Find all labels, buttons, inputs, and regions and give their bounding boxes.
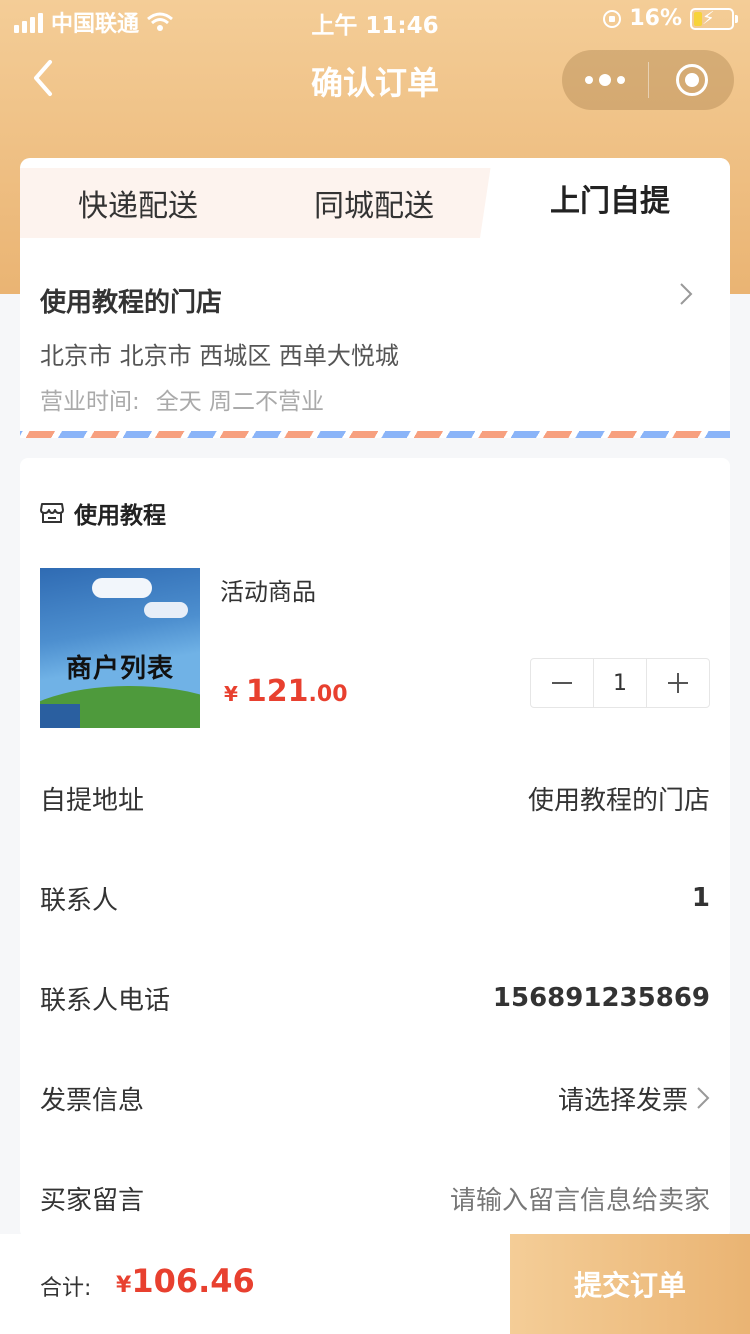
price-integer: 121	[245, 674, 309, 709]
battery-percent: 16%	[629, 6, 682, 31]
battery-icon: ⚡	[690, 7, 738, 30]
nav-bar: 确认订单	[0, 40, 750, 120]
more-button[interactable]	[562, 50, 648, 110]
hours-value: 全天 周二不营业	[155, 389, 325, 415]
row-contact[interactable]: 联系人 1	[40, 868, 710, 928]
store-name[interactable]: 使用教程的门店	[40, 282, 222, 319]
airmail-border	[20, 431, 730, 438]
mini-program-capsule	[562, 50, 734, 110]
row-label: 自提地址	[40, 785, 145, 816]
row-value: 1	[691, 883, 710, 913]
delivery-card: 快递配送 同城配送 上门自提 使用教程的门店 北京市 北京市 西城区 西单大悦城…	[20, 158, 730, 438]
total-label: 合计:	[40, 1276, 92, 1301]
hours-label: 营业时间:	[40, 389, 140, 415]
row-label: 联系人	[40, 885, 119, 916]
row-buyer-message: 买家留言 请输入留言信息给卖家	[40, 1168, 710, 1228]
row-label: 联系人电话	[40, 985, 171, 1016]
product-price: ¥121.00	[224, 674, 348, 709]
product-image-text: 商户列表	[65, 654, 174, 684]
chevron-right-icon	[697, 1087, 710, 1109]
price-currency: ¥	[224, 682, 238, 706]
total-currency: ¥	[116, 1273, 132, 1298]
row-value: 请选择发票	[557, 1085, 688, 1116]
shop-name: 使用教程	[74, 503, 166, 529]
submit-order-button[interactable]: 提交订单	[510, 1234, 750, 1334]
quantity-value[interactable]: 1	[593, 659, 647, 707]
store-icon	[40, 503, 64, 523]
close-miniprogram-button[interactable]	[649, 50, 734, 110]
quantity-stepper: 1	[530, 658, 710, 708]
buyer-message-input[interactable]: 请输入留言信息给卖家	[450, 1180, 710, 1217]
order-card: 使用教程 商户列表 活动商品 ¥121.00 1 自提地址 使用教程的门店 联系…	[20, 458, 730, 1238]
status-right: 16% ⚡	[603, 6, 738, 31]
tab-express-delivery[interactable]: 快递配送	[20, 168, 256, 238]
status-bar: 中国联通 上午 11:46 16% ⚡	[0, 0, 750, 40]
increase-button[interactable]	[647, 659, 709, 707]
row-invoice[interactable]: 发票信息 请选择发票	[40, 1068, 710, 1128]
total-amount: ¥106.46	[116, 1262, 255, 1300]
row-label: 发票信息	[40, 1085, 145, 1116]
target-icon	[675, 64, 708, 96]
row-value-wrap: 请选择发票	[558, 1080, 710, 1117]
bottom-bar: 合计: ¥106.46 提交订单	[0, 1234, 750, 1334]
tab-self-pickup[interactable]: 上门自提	[480, 158, 730, 238]
total-value: 106.46	[131, 1262, 255, 1300]
minus-icon	[552, 682, 572, 684]
product-image[interactable]: 商户列表	[40, 568, 200, 728]
row-value: 使用教程的门店	[527, 785, 710, 816]
row-contact-phone[interactable]: 联系人电话 156891235869	[40, 968, 710, 1028]
product-name: 活动商品	[220, 578, 316, 606]
decrease-button[interactable]	[531, 659, 593, 707]
shop-header: 使用教程	[40, 496, 166, 530]
tab-local-delivery[interactable]: 同城配送	[256, 168, 492, 238]
row-pickup-address[interactable]: 自提地址 使用教程的门店	[40, 768, 710, 828]
rotation-lock-icon	[603, 9, 622, 28]
price-decimal: .00	[308, 682, 348, 707]
chevron-right-icon[interactable]	[678, 280, 694, 308]
row-value: 156891235869	[492, 983, 710, 1013]
row-label: 买家留言	[40, 1185, 145, 1216]
store-hours: 营业时间: 全天 周二不营业	[40, 382, 324, 416]
store-address: 北京市 北京市 西城区 西单大悦城	[40, 342, 399, 370]
plus-icon	[668, 673, 688, 693]
